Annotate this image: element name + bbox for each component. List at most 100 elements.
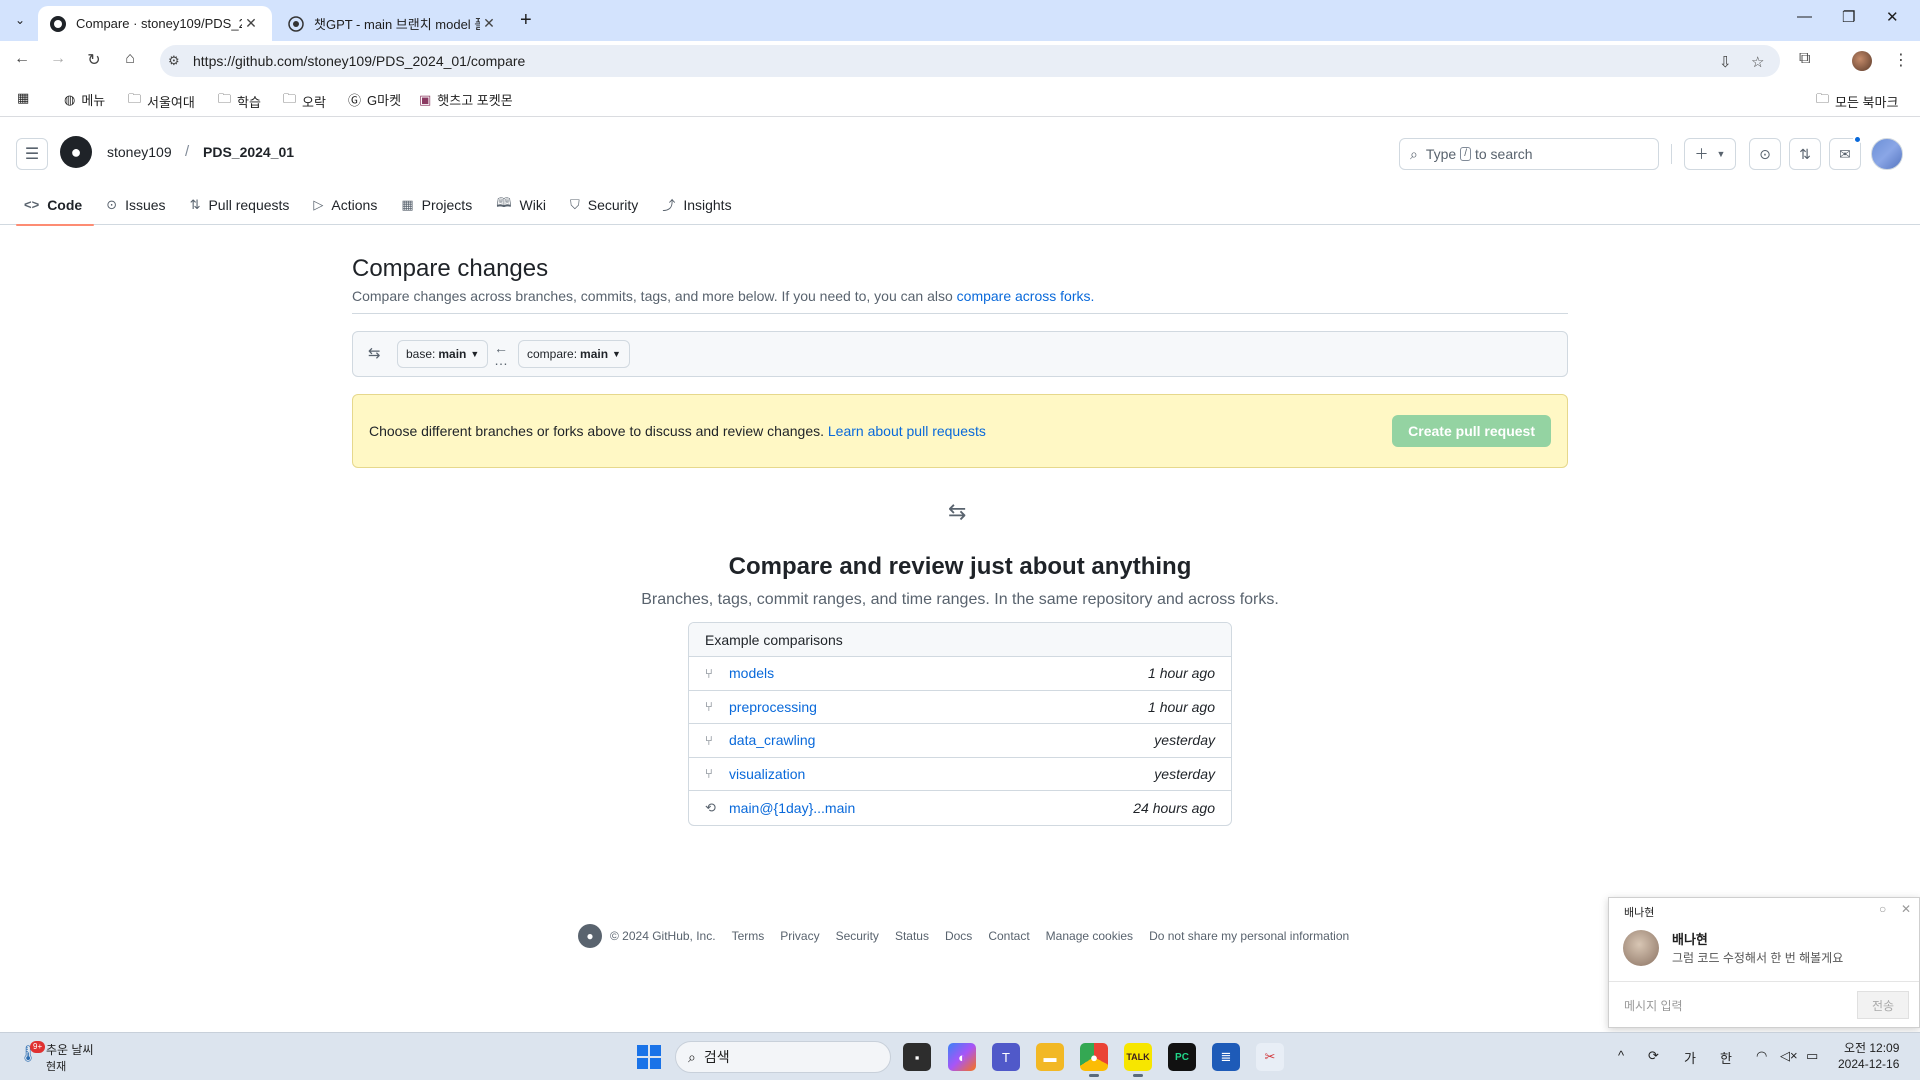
notification-indicator: [1853, 135, 1862, 144]
show-hidden-icons-icon[interactable]: ^: [1618, 1048, 1624, 1063]
learn-pull-requests-link[interactable]: Learn about pull requests: [828, 423, 986, 439]
browser-menu-icon[interactable]: ⋮: [1893, 50, 1909, 70]
file-explorer-icon[interactable]: ▬: [1036, 1043, 1064, 1071]
taskbar-search-input[interactable]: ⌕ 검색: [675, 1041, 891, 1073]
bookmark-gmarket[interactable]: Ⓖ G마켓: [348, 90, 401, 109]
wifi-icon[interactable]: ◠: [1756, 1048, 1767, 1064]
battery-icon[interactable]: ▭: [1806, 1048, 1818, 1064]
issues-button[interactable]: ⊙: [1749, 138, 1781, 170]
tab-projects[interactable]: ▦ Projects: [393, 184, 484, 225]
browser-tab-active[interactable]: Compare · stoney109/PDS_2024_01 ✕: [38, 6, 272, 41]
create-pull-request-button[interactable]: Create pull request: [1392, 415, 1551, 447]
task-view-icon[interactable]: ▪: [903, 1043, 931, 1071]
chat-message-input[interactable]: 메시지 입력 전송: [1609, 981, 1919, 1027]
footer-link-docs[interactable]: Docs: [945, 929, 972, 943]
list-item[interactable]: ⑂ visualization yesterday: [689, 758, 1231, 791]
pycharm-icon[interactable]: PC: [1168, 1043, 1196, 1071]
kakaotalk-icon[interactable]: TALK: [1124, 1043, 1152, 1077]
list-item[interactable]: ⑂ preprocessing 1 hour ago: [689, 691, 1231, 724]
sync-icon[interactable]: ⟳: [1648, 1048, 1659, 1064]
bookmark-star-icon[interactable]: ☆: [1751, 53, 1764, 71]
weather-subtitle: 현재: [46, 1061, 67, 1073]
restore-icon[interactable]: ❐: [1842, 8, 1855, 26]
footer-link-privacy[interactable]: Privacy: [780, 929, 819, 943]
breadcrumb-owner[interactable]: stoney109: [107, 144, 172, 160]
browser-profile-avatar[interactable]: [1852, 51, 1872, 71]
close-icon[interactable]: ✕: [1901, 902, 1911, 916]
bookmark-folder-study[interactable]: 🗀 학습: [218, 90, 261, 112]
pull-requests-button[interactable]: ⇅: [1789, 138, 1821, 170]
ime-hangul-icon[interactable]: 가: [1684, 1048, 1696, 1067]
ime-mode-icon[interactable]: 한: [1720, 1048, 1732, 1067]
github-header: ☰ ● stoney109 / PDS_2024_01 ⌕ Type / to …: [0, 118, 1920, 226]
example-link[interactable]: data_crawling: [729, 732, 1154, 748]
github-logo-icon[interactable]: ●: [578, 924, 602, 948]
compare-range-editor: ⇆ base: main ▼ ←… compare: main ▼: [352, 331, 1568, 377]
apps-grid-icon[interactable]: ▦: [17, 90, 35, 106]
windows-start-icon[interactable]: [637, 1045, 661, 1069]
browser-tabstrip: ⌄ Compare · stoney109/PDS_2024_01 ✕ 챗GPT…: [0, 0, 1920, 41]
compare-branch-select[interactable]: compare: main ▼: [518, 340, 630, 368]
weather-widget[interactable]: 🌡 9+ 추운 날씨 현재: [18, 1040, 94, 1074]
close-tab-icon[interactable]: ✕: [242, 15, 260, 32]
tab-security[interactable]: ⛉ Security: [562, 184, 650, 225]
bookmark-menu[interactable]: ◍ 메뉴: [64, 90, 105, 109]
close-tab-icon[interactable]: ✕: [480, 15, 498, 32]
notepad-icon[interactable]: ≣: [1212, 1043, 1240, 1071]
footer-link-do-not-share[interactable]: Do not share my personal information: [1149, 929, 1349, 943]
tab-issues[interactable]: ⊙ Issues: [98, 184, 177, 225]
bookmark-folder-fun[interactable]: 🗀 오락: [283, 90, 326, 112]
github-logo-icon[interactable]: ●: [60, 136, 92, 168]
example-link[interactable]: models: [729, 665, 1148, 681]
reload-icon[interactable]: ↻: [83, 50, 105, 70]
system-clock[interactable]: 오전 12:09 2024-12-16: [1838, 1040, 1899, 1072]
site-info-icon[interactable]: ⚙: [168, 53, 180, 69]
footer-link-status[interactable]: Status: [895, 929, 929, 943]
bookmark-folder-swu[interactable]: 🗀 서울여대: [128, 90, 195, 112]
page-title: Compare changes: [352, 255, 549, 282]
all-bookmarks[interactable]: 🗀 모든 북마크: [1816, 90, 1898, 112]
forward-icon[interactable]: →: [47, 50, 69, 68]
tab-insights[interactable]: ⤴ Insights: [654, 184, 743, 225]
chrome-icon[interactable]: ●: [1080, 1043, 1108, 1077]
pin-icon[interactable]: ○: [1879, 902, 1886, 916]
browser-tab-inactive[interactable]: 챗GPT - main 브랜치 model 폴더 ✕: [276, 6, 510, 41]
snipping-tool-icon[interactable]: ✂: [1256, 1043, 1284, 1071]
example-link[interactable]: preprocessing: [729, 699, 1148, 715]
chat-send-button[interactable]: 전송: [1857, 991, 1909, 1019]
teams-icon[interactable]: T: [992, 1043, 1020, 1071]
user-avatar[interactable]: [1871, 138, 1903, 170]
back-icon[interactable]: ←: [11, 50, 33, 68]
repo-nav: <> Code ⊙ Issues ⇅ Pull requests ▷ Actions ▦…: [16, 184, 748, 226]
tab-pull-requests[interactable]: ⇅ Pull requests: [182, 184, 302, 225]
footer-link-terms[interactable]: Terms: [732, 929, 765, 943]
example-link[interactable]: main@{1day}...main: [729, 800, 1133, 816]
list-item[interactable]: ⑂ models 1 hour ago: [689, 657, 1231, 691]
bookmark-pokemon[interactable]: ▣ 햇츠고 포켓몬: [419, 90, 513, 109]
volume-icon[interactable]: ◁×: [1780, 1048, 1798, 1064]
footer-link-security[interactable]: Security: [836, 929, 879, 943]
tab-code[interactable]: <> Code: [16, 184, 95, 226]
search-input[interactable]: ⌕ Type / to search: [1399, 138, 1659, 170]
list-item[interactable]: ⑂ data_crawling yesterday: [689, 724, 1231, 758]
create-new-button[interactable]: ＋ ▼: [1684, 138, 1736, 170]
extensions-icon[interactable]: ⧉: [1799, 50, 1810, 68]
base-branch-select[interactable]: base: main ▼: [397, 340, 489, 368]
tab-actions[interactable]: ▷ Actions: [305, 184, 389, 225]
example-link[interactable]: visualization: [729, 766, 1154, 782]
copilot-icon[interactable]: ◐: [948, 1043, 976, 1071]
minimize-icon[interactable]: —: [1797, 8, 1812, 25]
new-tab-icon[interactable]: +: [520, 9, 532, 32]
footer-link-manage-cookies[interactable]: Manage cookies: [1046, 929, 1133, 943]
address-bar[interactable]: ⚙ https://github.com/stoney109/PDS_2024_…: [160, 45, 1780, 77]
home-icon[interactable]: ⌂: [119, 50, 141, 68]
list-item[interactable]: ⟲ main@{1day}...main 24 hours ago: [689, 791, 1231, 825]
footer-link-contact[interactable]: Contact: [988, 929, 1029, 943]
close-window-icon[interactable]: ✕: [1886, 8, 1899, 26]
tab-search-chevron-icon[interactable]: ⌄: [8, 8, 32, 32]
breadcrumb-repo[interactable]: PDS_2024_01: [203, 144, 294, 160]
install-app-icon[interactable]: ⇩: [1719, 53, 1732, 71]
tab-wiki[interactable]: 🕮 Wiki: [488, 184, 558, 225]
compare-across-forks-link[interactable]: compare across forks.: [957, 288, 1095, 304]
hamburger-menu-icon[interactable]: ☰: [16, 138, 48, 170]
